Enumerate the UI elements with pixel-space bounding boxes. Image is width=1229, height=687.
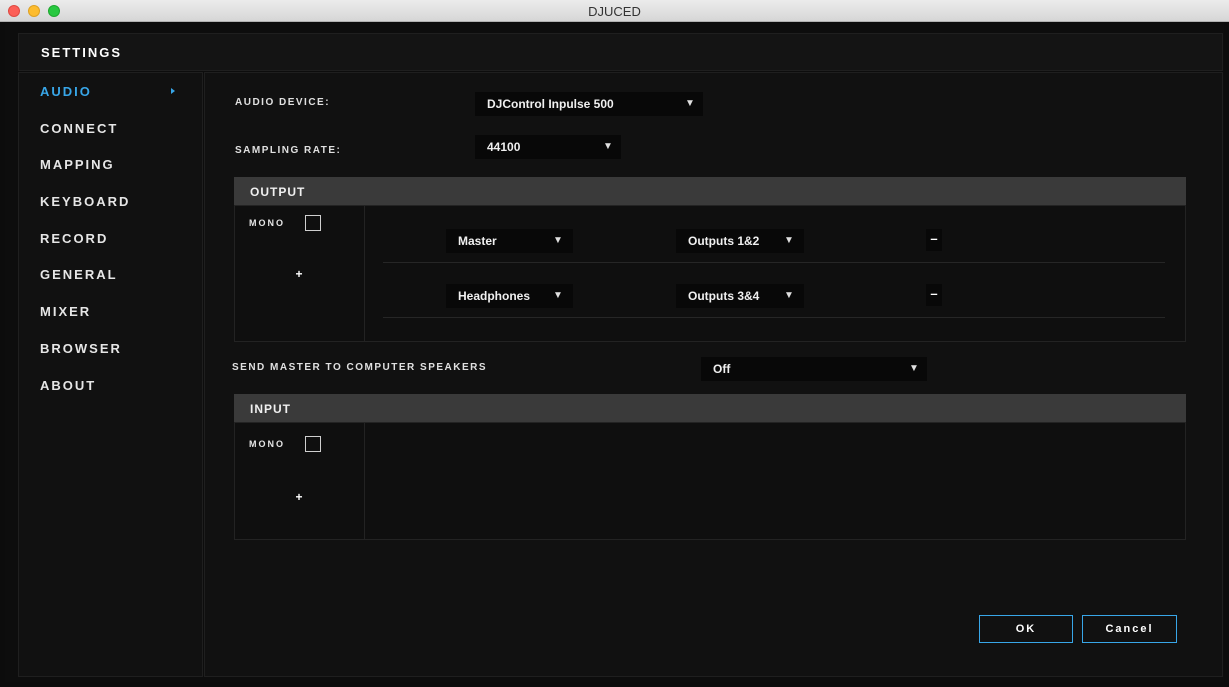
input-panel: MONO + — [234, 422, 1186, 540]
send-master-value: Off — [713, 362, 731, 376]
sampling-rate-label: SAMPLING RATE: — [235, 145, 342, 156]
remove-output-row-2-button[interactable]: – — [926, 284, 942, 306]
settings-header: SETTINGS — [18, 33, 1223, 71]
input-left-column: MONO + — [235, 423, 365, 539]
output-row-divider — [383, 317, 1165, 318]
output-row-1-channel-dropdown[interactable]: Master ▼ — [446, 229, 573, 253]
output-row-1-outputs-value: Outputs 1&2 — [688, 234, 760, 248]
sidebar-item-about[interactable]: ABOUT — [40, 378, 96, 393]
chevron-down-icon: ▼ — [909, 363, 919, 374]
output-row-2-channel-value: Headphones — [458, 289, 531, 303]
output-mono-label: MONO — [249, 218, 285, 228]
output-section-title: OUTPUT — [250, 185, 306, 199]
sampling-rate-dropdown[interactable]: 44100 ▼ — [475, 135, 621, 159]
chevron-down-icon: ▼ — [553, 290, 563, 301]
output-mono-checkbox[interactable] — [305, 215, 321, 231]
audio-device-value: DJControl Inpulse 500 — [487, 97, 614, 111]
output-left-column: MONO + — [235, 206, 365, 341]
title-bar: DJUCED — [0, 0, 1229, 22]
sidebar-item-keyboard[interactable]: KEYBOARD — [40, 194, 130, 209]
output-row-2-outputs-dropdown[interactable]: Outputs 3&4 ▼ — [676, 284, 804, 308]
output-row-1-outputs-dropdown[interactable]: Outputs 1&2 ▼ — [676, 229, 804, 253]
input-mono-label: MONO — [249, 439, 285, 449]
add-input-button[interactable]: + — [289, 487, 309, 507]
sampling-rate-value: 44100 — [487, 140, 521, 154]
output-row-2-channel-dropdown[interactable]: Headphones ▼ — [446, 284, 573, 308]
sidebar-item-audio[interactable]: AUDIO — [40, 84, 92, 99]
output-row-divider — [383, 262, 1165, 263]
send-master-label: SEND MASTER TO COMPUTER SPEAKERS — [232, 362, 488, 373]
caret-right-icon — [171, 88, 175, 94]
output-row-1-channel-value: Master — [458, 234, 497, 248]
chevron-down-icon: ▼ — [553, 235, 563, 246]
sidebar-item-browser[interactable]: BROWSER — [40, 341, 122, 356]
remove-output-row-1-button[interactable]: – — [926, 229, 942, 251]
output-panel: MONO + Master ▼ Outputs 1&2 ▼ – Headphon… — [234, 205, 1186, 342]
sidebar-item-connect[interactable]: CONNECT — [40, 121, 118, 136]
input-mono-checkbox[interactable] — [305, 436, 321, 452]
input-section-header: INPUT — [234, 394, 1186, 422]
cancel-button[interactable]: Cancel — [1082, 615, 1177, 643]
settings-window: SETTINGS AUDIO CONNECT MAPPING KEYBOARD … — [5, 23, 1224, 682]
settings-sidebar: AUDIO CONNECT MAPPING KEYBOARD RECORD GE… — [18, 72, 203, 677]
chevron-down-icon: ▼ — [784, 235, 794, 246]
audio-settings-panel: AUDIO DEVICE: DJControl Inpulse 500 ▼ SA… — [204, 72, 1223, 677]
sidebar-item-mapping[interactable]: MAPPING — [40, 157, 115, 172]
chevron-down-icon: ▼ — [603, 141, 613, 152]
sidebar-item-general[interactable]: GENERAL — [40, 267, 118, 282]
chevron-down-icon: ▼ — [685, 98, 695, 109]
sidebar-item-record[interactable]: RECORD — [40, 231, 108, 246]
audio-device-dropdown[interactable]: DJControl Inpulse 500 ▼ — [475, 92, 703, 116]
add-output-button[interactable]: + — [289, 264, 309, 284]
send-master-dropdown[interactable]: Off ▼ — [701, 357, 927, 381]
window-title: DJUCED — [588, 4, 641, 19]
sidebar-item-mixer[interactable]: MIXER — [40, 304, 91, 319]
audio-device-label: AUDIO DEVICE: — [235, 97, 331, 108]
ok-button[interactable]: OK — [979, 615, 1073, 643]
settings-title: SETTINGS — [41, 45, 123, 60]
output-section-header: OUTPUT — [234, 177, 1186, 205]
input-section-title: INPUT — [250, 402, 291, 416]
chevron-down-icon: ▼ — [784, 290, 794, 301]
output-row-2-outputs-value: Outputs 3&4 — [688, 289, 760, 303]
